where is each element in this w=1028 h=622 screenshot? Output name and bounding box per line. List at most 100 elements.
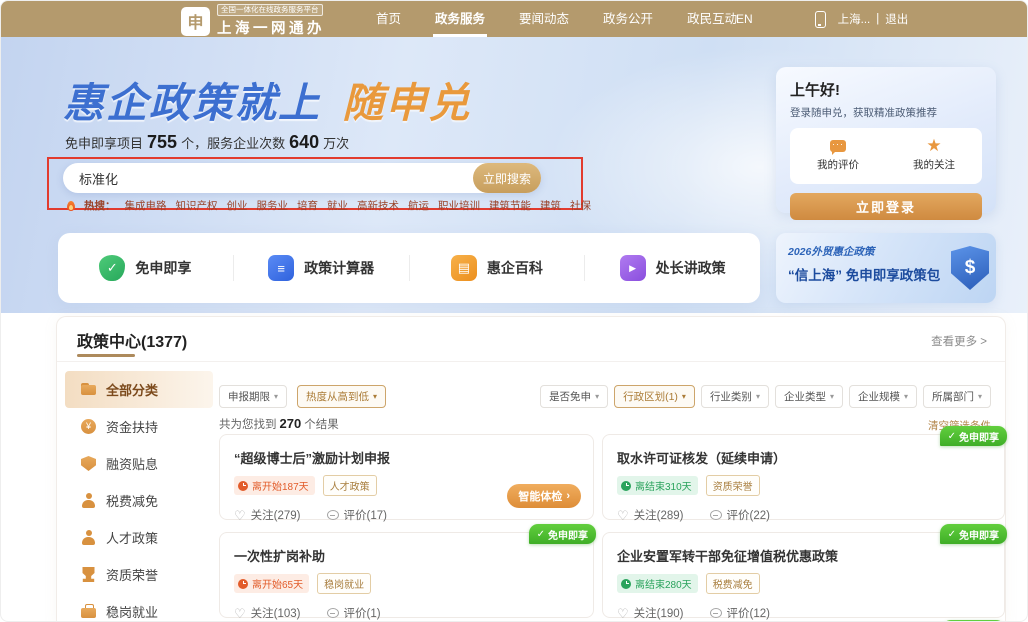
search-input[interactable] — [63, 163, 541, 193]
stats-text: 万次 — [323, 136, 349, 151]
category-tag: 人才政策 — [323, 475, 377, 496]
results-text: 共为您找到 — [219, 419, 277, 431]
nav-government-services[interactable]: 政务服务 — [418, 1, 502, 37]
clock-icon — [238, 481, 248, 491]
filter-group-right: 是否免申 ▾ 行政区划(1) ▾ 行业类别 ▾ 企业类型 ▾ 企业规模 ▾ 所属… — [540, 385, 991, 408]
tag-row: 离开始65天 稳岗就业 — [234, 573, 579, 594]
hot-tag[interactable]: 高新技术 — [357, 198, 399, 213]
policy-card[interactable]: ✓免申即享 一次性扩岗补助 离开始65天 稳岗就业 ♡关注(103) 评价(1) — [219, 532, 594, 618]
clock-icon — [238, 579, 248, 589]
hot-tag[interactable]: 建筑节能 — [489, 198, 531, 213]
filter-group-left: 申报期限 ▾ 热度从高到低 ▾ — [219, 385, 386, 408]
hot-tag[interactable]: 职业培训 — [438, 198, 480, 213]
sidebar-item-all-categories[interactable]: 全部分类 — [65, 371, 213, 408]
countdown-tag: 离开始187天 — [234, 476, 315, 495]
filter-industry[interactable]: 行业类别 ▾ — [701, 385, 769, 408]
trophy-icon — [81, 567, 96, 582]
brand[interactable]: 申 全国一体化在线政务服务平台 上海一网通办 — [181, 4, 325, 38]
hot-tag[interactable]: 服务业 — [257, 198, 289, 213]
category-tag: 税费减免 — [706, 573, 760, 594]
filter-sort-by-heat[interactable]: 热度从高到低 ▾ — [297, 385, 386, 408]
review-button[interactable]: 评价(17) — [327, 507, 387, 523]
check-icon: ✓ — [948, 529, 956, 540]
sidebar-label: 稳岗就业 — [106, 602, 158, 621]
filter-enterprise-type[interactable]: 企业类型 ▾ — [775, 385, 843, 408]
feature-encyclopedia[interactable]: ▤ 惠企百科 — [410, 255, 585, 281]
countdown-tag: 离开始65天 — [234, 574, 309, 593]
nav-news[interactable]: 要闻动态 — [502, 1, 586, 37]
my-follows-shortcut[interactable]: ★ 我的关注 — [886, 128, 982, 184]
follow-button[interactable]: ♡关注(103) — [234, 605, 301, 621]
search-button[interactable]: 立即搜索 — [473, 163, 541, 193]
filter-label: 所属部门 — [932, 389, 974, 404]
mobile-icon[interactable] — [815, 11, 826, 28]
follow-button[interactable]: ♡关注(190) — [617, 605, 684, 621]
sidebar-item-talent-policy[interactable]: 人才政策 — [65, 519, 213, 556]
topbar-right: EN 上海... | 退出 — [736, 1, 908, 37]
review-button[interactable]: 评价(12) — [710, 605, 770, 621]
heart-icon: ♡ — [617, 608, 629, 619]
feature-exempt-application[interactable]: ✓ 免申即享 — [58, 255, 233, 281]
sidebar-item-loan-discount[interactable]: 融资贴息 — [65, 445, 213, 482]
hot-search-label: 热搜： — [84, 198, 116, 213]
hot-tag[interactable]: 培育 — [297, 198, 318, 213]
sidebar-label: 税费减免 — [106, 491, 158, 510]
chevron-down-icon: ▾ — [595, 392, 599, 401]
filter-application-period[interactable]: 申报期限 ▾ — [219, 385, 287, 408]
results-number: 270 — [277, 416, 305, 431]
policy-title: 企业安置军转干部免征增值税优惠政策 — [617, 546, 990, 565]
stats-text: 个，服务企业次数 — [181, 136, 285, 151]
hot-tag[interactable]: 知识产权 — [176, 198, 218, 213]
hot-tag[interactable]: 航运 — [408, 198, 429, 213]
hot-tag[interactable]: 集成电路 — [125, 198, 167, 213]
comment-icon — [327, 510, 339, 520]
card-footer: ♡关注(279) 评价(17) — [234, 507, 579, 523]
filter-exempt[interactable]: 是否免申 ▾ — [540, 385, 608, 408]
filter-enterprise-scale[interactable]: 企业规模 ▾ — [849, 385, 917, 408]
sidebar-item-qualification-honor[interactable]: 资质荣誉 — [65, 556, 213, 593]
lecture-icon: ▶ — [620, 255, 646, 281]
user-name[interactable]: 上海... — [838, 11, 871, 27]
nav-public-disclosure[interactable]: 政务公开 — [586, 1, 670, 37]
policy-card[interactable]: “超级博士后”激励计划申报 离开始187天 人才政策 ♡关注(279) 评价(1… — [219, 434, 594, 520]
smart-check-button[interactable]: 智能体检› — [507, 484, 581, 508]
hot-tag[interactable]: 建筑 — [540, 198, 561, 213]
view-more-link[interactable]: 查看更多 > — [931, 333, 987, 349]
hot-tag[interactable]: 社保 — [570, 198, 591, 213]
book-icon: ▤ — [451, 255, 477, 281]
language-switch[interactable]: EN — [736, 12, 753, 26]
sidebar-item-funding-support[interactable]: 资金扶持 — [65, 408, 213, 445]
feature-director-lectures[interactable]: ▶ 处长讲政策 — [585, 255, 760, 281]
chevron-down-icon: ▾ — [904, 392, 908, 401]
sidebar-item-employment[interactable]: 稳岗就业 — [65, 593, 213, 622]
clock-icon — [621, 481, 631, 491]
nav-home[interactable]: 首页 — [359, 1, 418, 37]
hero-title-blue: 惠企政策就上 — [63, 80, 321, 126]
my-reviews-label: 我的评价 — [817, 157, 859, 172]
filter-department[interactable]: 所属部门 ▾ — [923, 385, 991, 408]
comment-icon — [710, 510, 722, 520]
promo-banner[interactable]: 2026外贸惠企政策 “信上海” 免申即享政策包 $ — [776, 233, 996, 303]
policy-card[interactable]: ✓免申即享 企业安置军转干部免征增值税优惠政策 离结束280天 税费减免 ♡关注… — [602, 532, 1005, 618]
filter-label: 是否免申 — [549, 389, 591, 404]
category-tag: 资质荣誉 — [706, 475, 760, 496]
hot-tag[interactable]: 就业 — [327, 198, 348, 213]
filter-label: 企业规模 — [858, 389, 900, 404]
top-navbar: 申 全国一体化在线政务服务平台 上海一网通办 首页 政务服务 要闻动态 政务公开… — [1, 1, 1027, 37]
feature-policy-calculator[interactable]: ≡ 政策计算器 — [234, 255, 409, 281]
review-button[interactable]: 评价(1) — [327, 605, 381, 621]
filter-district[interactable]: 行政区划(1) ▾ — [614, 385, 695, 408]
site-logo-icon: 申 — [181, 7, 210, 36]
logout-link[interactable]: 退出 — [885, 11, 908, 27]
follow-button[interactable]: ♡关注(289) — [617, 507, 684, 523]
clock-icon — [621, 579, 631, 589]
follow-button[interactable]: ♡关注(279) — [234, 507, 301, 523]
hot-tag[interactable]: 创业 — [227, 198, 248, 213]
sidebar-item-tax-reduction[interactable]: 税费减免 — [65, 482, 213, 519]
login-button[interactable]: 立即登录 — [790, 193, 982, 220]
chevron-down-icon: ▾ — [978, 392, 982, 401]
review-button[interactable]: 评价(22) — [710, 507, 770, 523]
countdown-tag: 离结束310天 — [617, 476, 698, 495]
policy-card[interactable]: ✓免申即享 取水许可证核发（延续申请） 离结束310天 资质荣誉 ♡关注(289… — [602, 434, 1005, 520]
my-reviews-shortcut[interactable]: 我的评价 — [790, 128, 886, 184]
